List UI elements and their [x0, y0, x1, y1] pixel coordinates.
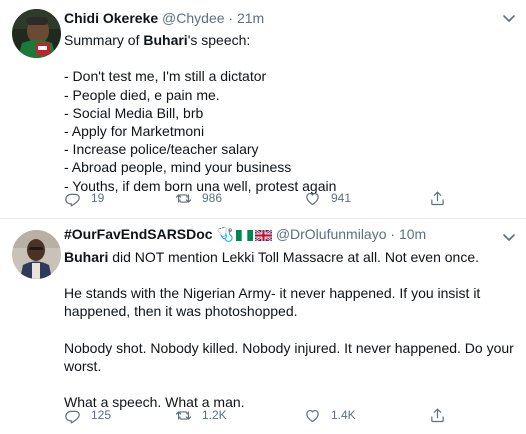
list-item: - People died, e pain me. — [64, 86, 220, 103]
reply-icon — [65, 410, 80, 423]
tweet-header: Chidi Okereke @Chydee · 21m — [64, 9, 264, 27]
separator: · — [390, 226, 396, 242]
tweet-text: Buhari did NOT mention Lekki Toll Massac… — [64, 248, 514, 411]
reply-count: 19 — [91, 191, 105, 205]
tweet-paragraph: Buhari did NOT mention Lekki Toll Massac… — [64, 249, 480, 265]
avatar[interactable] — [12, 230, 61, 279]
separator: · — [228, 10, 234, 26]
uk-flag-icon — [254, 230, 272, 241]
timestamp[interactable]: 21m — [237, 10, 264, 26]
more-chevron-icon[interactable] — [500, 231, 518, 245]
list-item: - Abroad people, mind your business — [64, 159, 292, 176]
reply-count: 125 — [91, 408, 112, 422]
tweet-actions: 19 986 941 — [64, 188, 514, 208]
like-button[interactable]: 1.4K — [304, 405, 356, 425]
tweet-header: #OurFavEndSARSDoc 🩺 @DrOlufunmilayo · 10… — [64, 225, 426, 243]
list-item: - Social Media Bill, brb — [64, 104, 204, 121]
list-item: - Don't test me, I'm still a dictator — [64, 68, 267, 85]
tweet-chidi[interactable]: Chidi Okereke @Chydee · 21m Summary of B… — [0, 0, 526, 218]
retweet-icon — [175, 410, 192, 420]
share-icon — [431, 191, 444, 205]
heart-icon — [306, 409, 319, 422]
list-item: - Increase police/teacher salary — [64, 141, 259, 158]
mention-bold: Buhari — [64, 249, 109, 265]
heart-icon — [306, 192, 319, 205]
tweet-actions: 125 1.2K 1.4K — [64, 405, 514, 425]
mention-bold: Buhari — [143, 32, 188, 48]
retweet-count: 986 — [202, 191, 223, 205]
tweet-intro: Summary of Buhari's speech: — [64, 32, 251, 48]
retweet-icon — [175, 193, 192, 203]
avatar[interactable] — [12, 9, 61, 58]
user-handle[interactable]: @DrOlufunmilayo — [276, 226, 387, 242]
share-button[interactable] — [429, 188, 456, 208]
tweet-drolufunmilayo[interactable]: #OurFavEndSARSDoc 🩺 @DrOlufunmilayo · 10… — [0, 219, 526, 434]
more-chevron-icon[interactable] — [500, 12, 518, 26]
nigeria-flag-icon — [235, 230, 253, 241]
list-item: - Apply for Marketmoni — [64, 122, 205, 139]
reply-button[interactable]: 125 — [64, 405, 111, 425]
stethoscope-emoji: 🩺 — [216, 226, 234, 242]
display-name[interactable]: #OurFavEndSARSDoc — [64, 226, 213, 242]
retweet-button[interactable]: 986 — [175, 188, 222, 208]
reply-icon — [65, 193, 80, 206]
tweet-text: Summary of Buhari's speech: - Don't test… — [64, 31, 514, 195]
user-handle[interactable]: @Chydee — [162, 10, 224, 26]
reply-button[interactable]: 19 — [64, 188, 104, 208]
like-count: 1.4K — [331, 408, 356, 422]
like-button[interactable]: 941 — [304, 188, 351, 208]
retweet-count: 1.2K — [202, 408, 227, 422]
display-name[interactable]: Chidi Okereke — [64, 10, 158, 26]
timestamp[interactable]: 10m — [399, 226, 426, 242]
retweet-button[interactable]: 1.2K — [175, 405, 227, 425]
share-button[interactable] — [429, 405, 456, 425]
share-icon — [431, 408, 444, 422]
tweet-paragraph: Nobody shot. Nobody killed. Nobody injur… — [64, 339, 514, 374]
tweet-paragraph: He stands with the Nigerian Army- it nev… — [64, 285, 481, 320]
like-count: 941 — [331, 191, 352, 205]
